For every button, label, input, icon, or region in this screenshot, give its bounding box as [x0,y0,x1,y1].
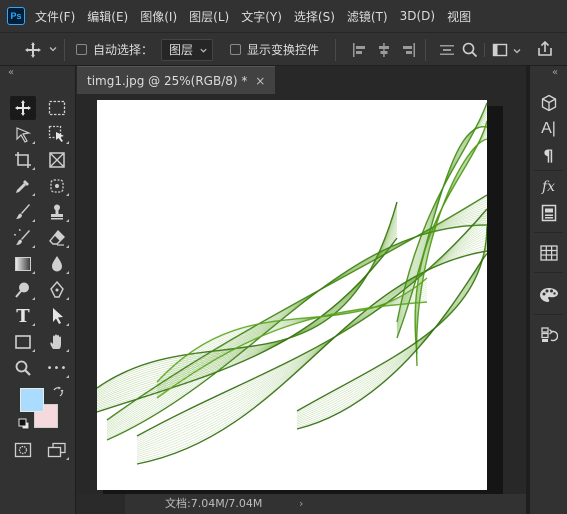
divider [64,39,65,61]
document-size-status: 文档:7.04M/7.04M [165,497,263,510]
photoshop-logo-icon[interactable]: Ps [7,7,25,25]
clone-stamp-icon[interactable] [44,200,70,224]
menu-layer[interactable]: 图层(L) [189,8,229,25]
styles-icon[interactable]: fx [536,176,561,198]
more-tools-glyph: ••• [46,362,68,374]
hand-tool-icon[interactable] [44,330,70,354]
document-area: timg1.jpg @ 25%(RGB/8) * × 文档:7.04M/7.04… [77,66,526,514]
paragraph-icon[interactable]: ¶ [536,144,561,166]
frame-tool-icon[interactable] [44,148,70,172]
character-icon[interactable]: A| [536,118,561,140]
eyedropper-icon[interactable] [10,174,36,198]
menu-3d[interactable]: 3D(D) [400,9,435,23]
layer-dropdown[interactable]: 图层 [161,39,213,61]
divider [335,39,336,61]
history-brush-icon[interactable] [10,226,36,250]
divider [534,170,563,171]
workspace-icon[interactable] [492,41,508,62]
menu-image[interactable]: 图像(I) [140,8,177,25]
object-selection-icon[interactable] [44,122,70,146]
document-tab-title: timg1.jpg @ 25%(RGB/8) * [87,74,248,88]
distribute-icon[interactable] [438,41,456,62]
document-canvas[interactable] [97,100,487,490]
tools-panel: « T ••• [0,66,76,514]
align-left-icon[interactable] [352,41,368,62]
default-colors-icon[interactable] [18,418,30,433]
crop-tool-icon[interactable] [10,148,36,172]
rectangular-marquee-icon[interactable] [44,96,70,120]
menu-type[interactable]: 文字(Y) [241,8,282,25]
right-panel-strip: « A| ¶ fx [530,66,567,514]
rectangle-tool-icon[interactable] [10,330,36,354]
swap-colors-icon[interactable] [52,386,64,401]
foreground-color-swatch[interactable] [20,388,44,412]
canvas-viewport[interactable] [77,94,526,494]
search-icon[interactable] [461,41,479,62]
document-tab-bar: timg1.jpg @ 25%(RGB/8) * × [77,66,526,94]
type-tool-icon[interactable]: T [10,304,36,328]
share-icon[interactable] [536,40,554,61]
spot-healing-icon[interactable] [44,174,70,198]
collapse-panel-icon[interactable]: « [8,67,14,78]
blur-tool-icon[interactable] [44,252,70,276]
divider [534,272,563,273]
screen-mode-icon[interactable] [44,438,70,462]
status-bar: 文档:7.04M/7.04M › [77,494,526,514]
auto-select-checkbox[interactable] [76,44,87,55]
menu-filter[interactable]: 滤镜(T) [347,8,388,25]
move-tool-icon[interactable] [10,96,36,120]
swatches-icon[interactable] [536,242,561,264]
canvas-shadow [487,106,503,494]
quick-mask-icon[interactable] [10,438,36,462]
zoom-field[interactable] [77,494,125,514]
divider [534,314,563,315]
zoom-tool-icon[interactable] [10,356,36,380]
menu-select[interactable]: 选择(S) [294,8,335,25]
options-bar: 自动选择： 图层 显示变换控件 [0,32,567,66]
lasso-tool-icon[interactable] [10,122,36,146]
dodge-tool-icon[interactable] [10,278,36,302]
green-wave-artwork [97,102,487,465]
align-right-icon[interactable] [400,41,416,62]
status-menu-chevron-icon[interactable]: › [299,494,303,514]
divider [534,232,563,233]
menu-bar: Ps 文件(F) 编辑(E) 图像(I) 图层(L) 文字(Y) 选择(S) 滤… [0,0,567,32]
close-icon[interactable]: × [255,74,265,88]
pen-tool-icon[interactable] [44,278,70,302]
3d-icon[interactable] [536,92,561,114]
align-center-icon[interactable] [376,41,392,62]
gradient-tool-icon[interactable] [10,252,36,276]
document-tab[interactable]: timg1.jpg @ 25%(RGB/8) * × [77,66,276,94]
properties-icon[interactable] [536,202,561,224]
collapse-panel-icon[interactable]: « [552,67,558,78]
more-tools-icon[interactable]: ••• [44,356,70,380]
menu-view[interactable]: 视图 [447,8,471,25]
menu-edit[interactable]: 编辑(E) [87,8,128,25]
menu-file[interactable]: 文件(F) [35,8,75,25]
show-transform-checkbox[interactable] [230,44,241,55]
path-selection-icon[interactable] [44,304,70,328]
history-icon[interactable] [536,324,561,346]
chevron-down-icon[interactable] [512,45,522,59]
brush-tool-icon[interactable] [10,200,36,224]
divider [484,43,485,57]
auto-select-label: 自动选择： [93,43,154,57]
color-palette-icon[interactable] [536,284,561,306]
chevron-down-icon[interactable] [48,43,58,57]
layer-dropdown-value: 图层 [169,43,194,57]
type-tool-glyph: T [16,305,30,327]
chevron-down-icon [200,48,207,53]
divider [425,39,426,61]
move-tool-preset-icon[interactable] [24,41,42,62]
eraser-icon[interactable] [44,226,70,250]
show-transform-label: 显示变换控件 [247,43,320,57]
